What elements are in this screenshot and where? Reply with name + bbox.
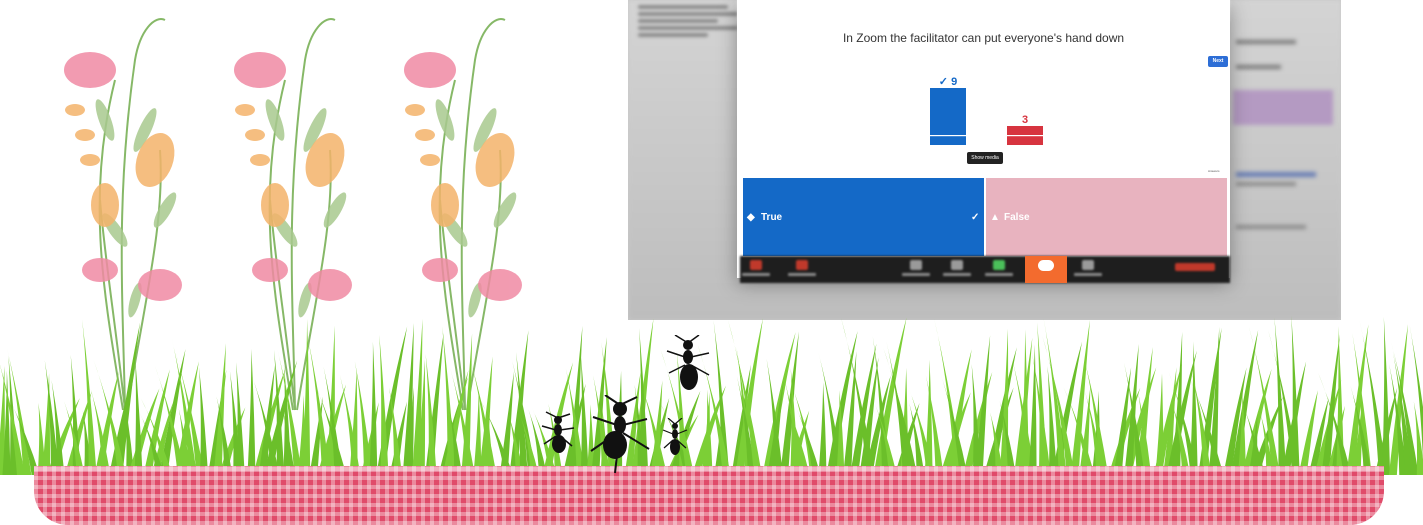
- blurred-side-text: [1236, 172, 1316, 177]
- zoom-toolbar: [740, 256, 1230, 283]
- grass-blade: [1382, 316, 1391, 475]
- grass-blade: [1155, 373, 1164, 475]
- question-title: In Zoom the facilitator can put everyone…: [842, 31, 1125, 45]
- answer-false-label: False: [1004, 212, 1030, 223]
- results-bar-chart: ✓ 9 3: [930, 76, 1043, 145]
- blurred-side-text: [1236, 225, 1306, 229]
- next-button[interactable]: Next: [1208, 56, 1228, 67]
- blurred-side-text: [1236, 182, 1296, 186]
- end-meeting-button[interactable]: [1175, 263, 1215, 271]
- grass-blade: [247, 348, 256, 475]
- answer-true-label: True: [761, 212, 783, 223]
- bar-divider: [1007, 135, 1043, 137]
- grass-blade: [82, 319, 97, 475]
- blurred-document-text: [638, 2, 748, 48]
- answer-false[interactable]: ▲ False: [986, 178, 1227, 256]
- diamond-icon: ◆: [747, 212, 755, 223]
- share-screen-button[interactable]: [985, 258, 1013, 281]
- chat-button[interactable]: [1025, 256, 1067, 283]
- record-button[interactable]: [1074, 258, 1102, 281]
- grass-blade: [818, 382, 827, 475]
- ant-icon: [662, 418, 688, 455]
- grass-blade: [236, 362, 245, 475]
- ant-icon: [590, 395, 650, 474]
- gingham-tablecloth: [34, 466, 1384, 525]
- blurred-side-panel: [1233, 90, 1333, 125]
- ant-icon: [666, 335, 710, 390]
- invite-button[interactable]: [902, 258, 930, 281]
- grass-blade: [376, 326, 408, 475]
- blurred-side-text: [1236, 40, 1296, 44]
- grass-blade: [369, 341, 378, 475]
- check-icon: ✓: [971, 212, 980, 223]
- participants-button[interactable]: [943, 258, 971, 281]
- show-media-button[interactable]: Show media: [967, 152, 1003, 164]
- triangle-icon: ▲: [990, 212, 1000, 223]
- bar-value-label: 3: [1022, 114, 1028, 126]
- grass-blade: [134, 356, 143, 475]
- answer-true[interactable]: ◆ True ✓: [743, 178, 984, 256]
- blurred-side-text: [1236, 65, 1281, 69]
- video-button[interactable]: [788, 258, 816, 281]
- bar-divider: [930, 135, 966, 137]
- bar-value-label: ✓ 9: [939, 76, 957, 88]
- ant-icon: [541, 411, 575, 453]
- grass-blade: [302, 319, 311, 475]
- grass-blade: [974, 335, 991, 475]
- bar-true: [930, 88, 966, 145]
- mute-button[interactable]: [742, 258, 770, 281]
- answers-label: Answers: [1208, 169, 1220, 173]
